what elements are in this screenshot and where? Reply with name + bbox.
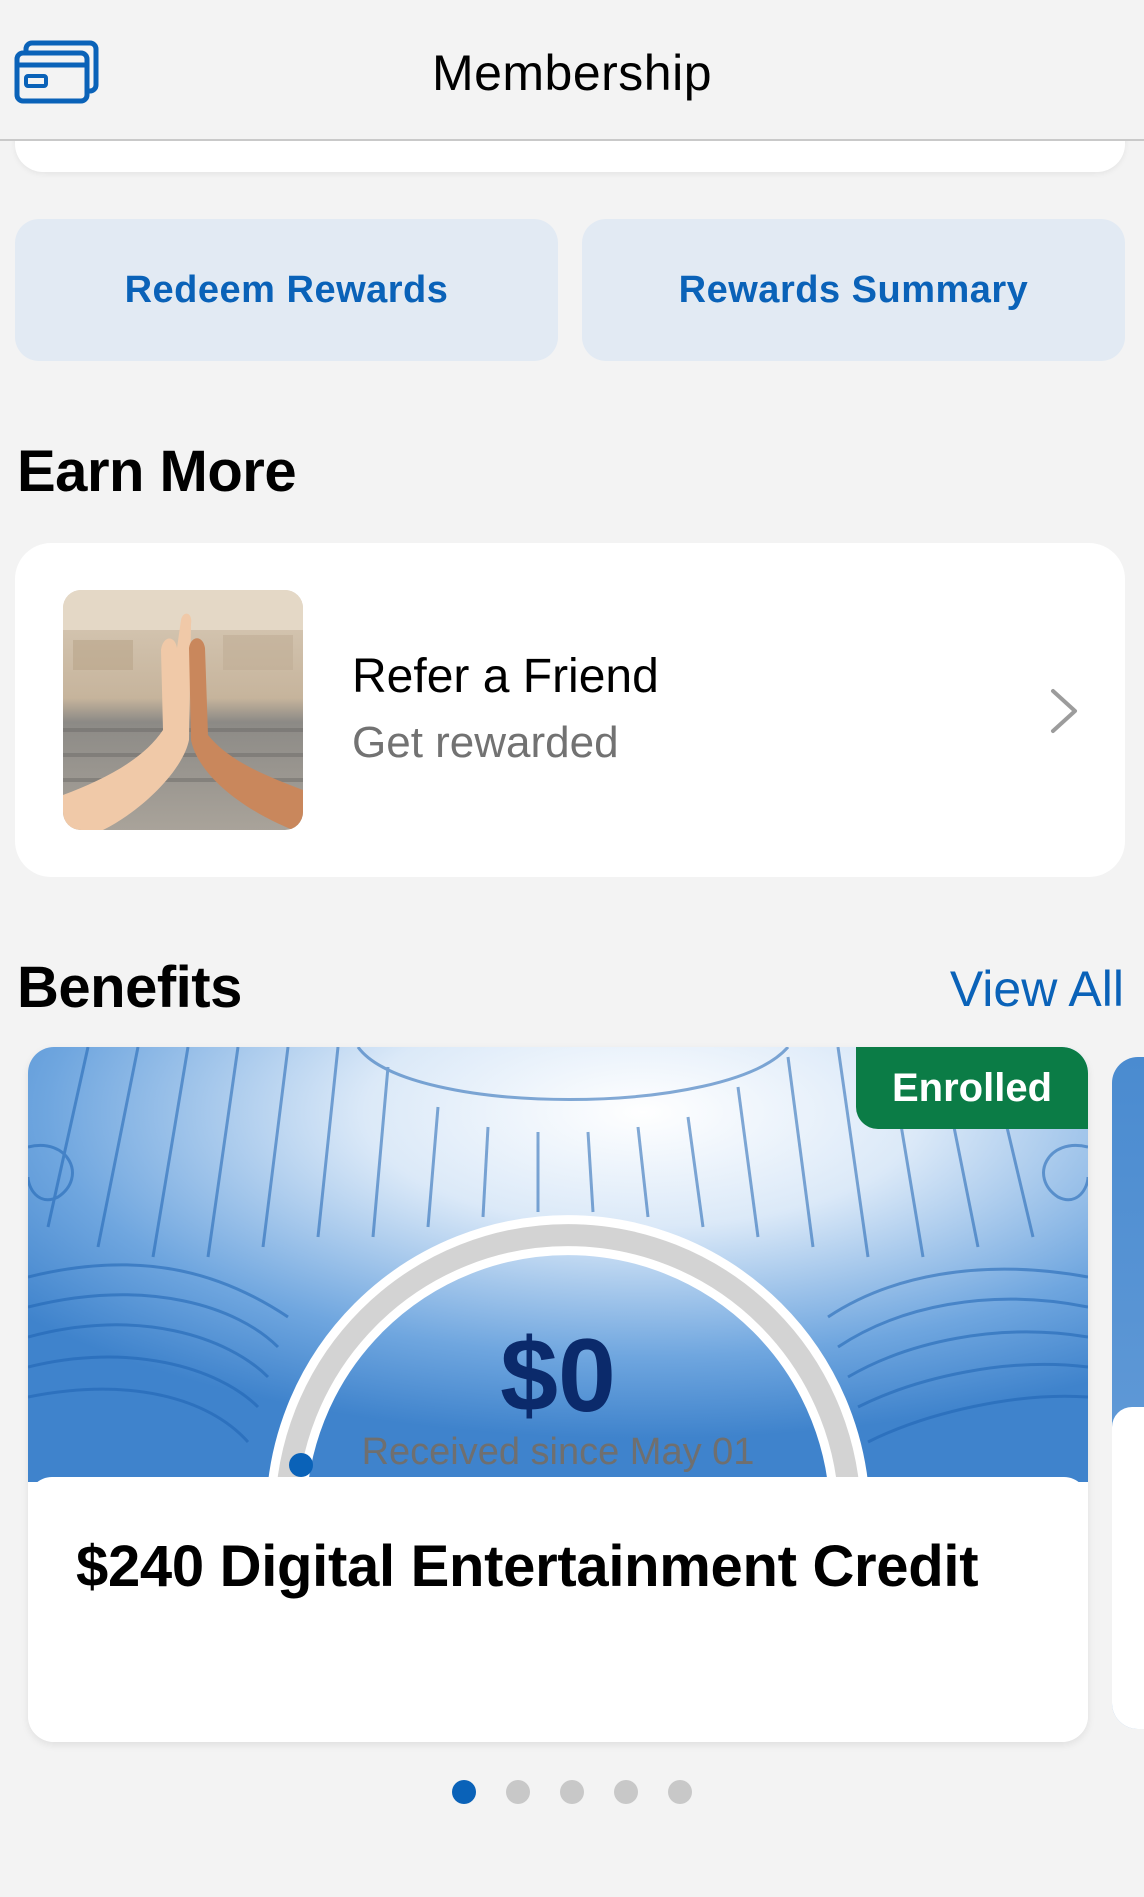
progress-start-dot — [289, 1453, 313, 1477]
refer-subtitle: Get rewarded — [352, 718, 619, 767]
chevron-right-icon — [1051, 689, 1077, 733]
view-all-link[interactable]: View All — [950, 960, 1124, 1018]
redeem-rewards-button[interactable]: Redeem Rewards — [15, 219, 558, 361]
benefits-heading: Benefits — [17, 955, 242, 1020]
next-benefit-card[interactable] — [1112, 1057, 1144, 1729]
enrolled-badge: Enrolled — [856, 1047, 1088, 1129]
received-since-text: Received since May 01 — [361, 1431, 755, 1473]
pager-dot[interactable] — [560, 1780, 584, 1804]
refer-title: Refer a Friend — [352, 650, 659, 703]
benefit-details: $240 Digital Entertainment Credit — [28, 1477, 1088, 1742]
membership-screen: Membership Redeem Rewards Rewards Summar… — [0, 0, 1144, 1897]
refer-a-friend-card[interactable]: Refer a Friend Get rewarded — [15, 543, 1125, 877]
earn-more-heading: Earn More — [17, 439, 297, 504]
rewards-summary-button[interactable]: Rewards Summary — [582, 219, 1125, 361]
page-title: Membership — [431, 45, 713, 101]
pager-dot[interactable] — [668, 1780, 692, 1804]
carousel-pager[interactable] — [0, 1780, 1144, 1804]
high-five-image — [63, 590, 303, 830]
benefit-card[interactable]: Enrolled $0 Received since May 01 $240 D… — [28, 1047, 1088, 1742]
benefit-title: $240 Digital Entertainment Credit — [76, 1534, 979, 1599]
amount-received: $0 — [500, 1318, 616, 1434]
pager-dot[interactable] — [452, 1780, 476, 1804]
pager-dot[interactable] — [614, 1780, 638, 1804]
header: Membership — [0, 0, 1144, 141]
pager-dot[interactable] — [506, 1780, 530, 1804]
